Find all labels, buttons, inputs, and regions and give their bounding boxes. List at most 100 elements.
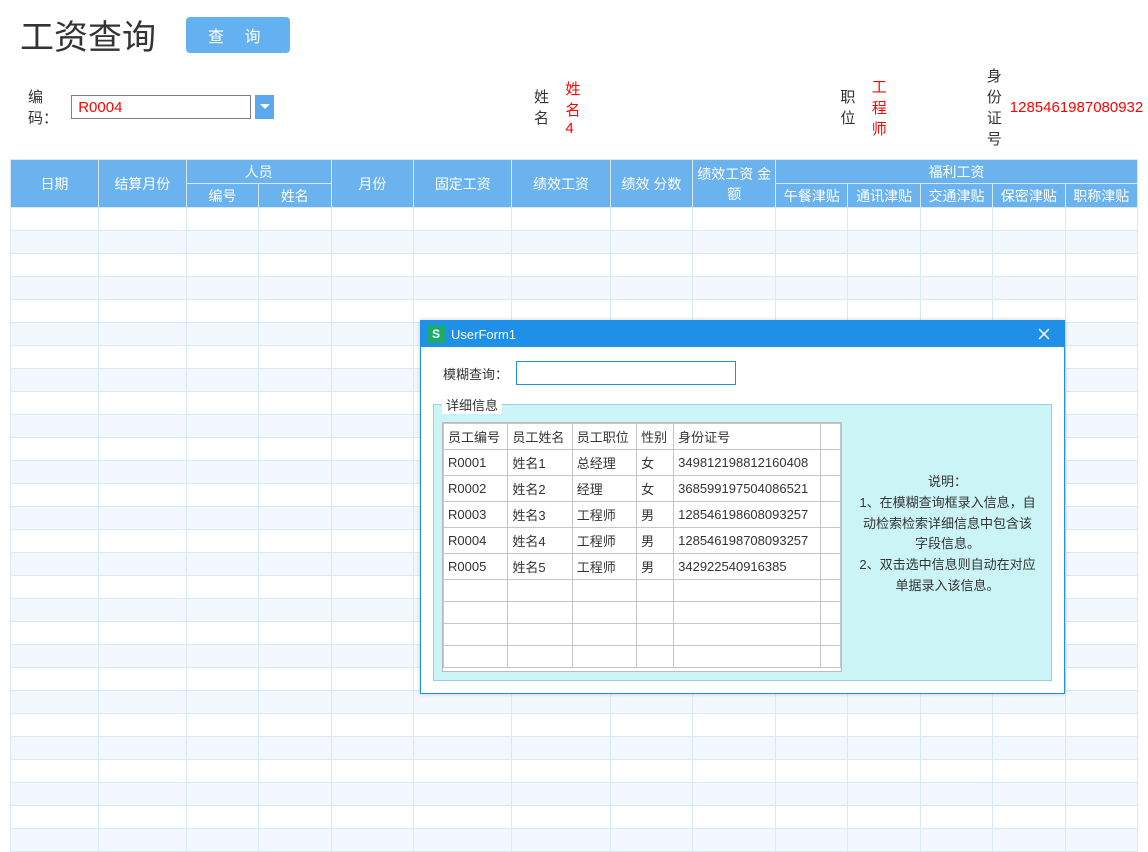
detail-cell[interactable]: 工程师	[572, 528, 636, 554]
table-cell[interactable]	[98, 323, 186, 346]
table-cell[interactable]	[11, 300, 99, 323]
table-cell[interactable]	[1065, 323, 1137, 346]
table-cell[interactable]	[259, 507, 331, 530]
table-cell[interactable]	[848, 208, 920, 231]
table-cell[interactable]	[11, 484, 99, 507]
table-cell[interactable]	[259, 323, 331, 346]
table-cell[interactable]	[1065, 346, 1137, 369]
table-cell[interactable]	[920, 829, 992, 852]
table-cell[interactable]	[11, 737, 99, 760]
table-cell[interactable]	[331, 599, 414, 622]
table-cell[interactable]	[1065, 806, 1137, 829]
detail-cell[interactable]: 总经理	[572, 450, 636, 476]
detail-cell[interactable]: 349812198812160408	[674, 450, 821, 476]
table-cell[interactable]	[186, 415, 258, 438]
table-cell[interactable]	[11, 783, 99, 806]
table-cell[interactable]	[259, 277, 331, 300]
table-cell[interactable]	[259, 438, 331, 461]
table-cell[interactable]	[1065, 507, 1137, 530]
table-cell[interactable]	[259, 760, 331, 783]
table-cell[interactable]	[848, 737, 920, 760]
table-cell[interactable]	[186, 760, 258, 783]
detail-row-empty[interactable]	[444, 602, 841, 624]
table-cell[interactable]	[776, 254, 848, 277]
table-cell[interactable]	[1065, 783, 1137, 806]
table-cell[interactable]	[11, 507, 99, 530]
table-cell[interactable]	[414, 231, 512, 254]
table-cell[interactable]	[259, 645, 331, 668]
table-cell[interactable]	[1065, 668, 1137, 691]
table-cell[interactable]	[98, 530, 186, 553]
table-cell[interactable]	[1065, 231, 1137, 254]
table-cell[interactable]	[848, 806, 920, 829]
table-cell[interactable]	[186, 323, 258, 346]
table-cell[interactable]	[693, 760, 776, 783]
table-cell[interactable]	[98, 668, 186, 691]
table-cell[interactable]	[993, 737, 1065, 760]
table-cell[interactable]	[693, 737, 776, 760]
table-cell[interactable]	[512, 829, 610, 852]
table-row[interactable]	[11, 714, 1138, 737]
table-cell[interactable]	[693, 277, 776, 300]
detail-row-empty[interactable]	[444, 624, 841, 646]
detail-cell[interactable]: R0002	[444, 476, 508, 502]
table-cell[interactable]	[848, 231, 920, 254]
table-cell[interactable]	[98, 461, 186, 484]
table-cell[interactable]	[98, 392, 186, 415]
table-cell[interactable]	[776, 806, 848, 829]
table-row[interactable]	[11, 737, 1138, 760]
table-cell[interactable]	[414, 277, 512, 300]
table-cell[interactable]	[11, 208, 99, 231]
table-cell[interactable]	[259, 530, 331, 553]
table-cell[interactable]	[512, 737, 610, 760]
table-cell[interactable]	[414, 714, 512, 737]
table-row[interactable]	[11, 231, 1138, 254]
table-cell[interactable]	[186, 530, 258, 553]
table-cell[interactable]	[331, 461, 414, 484]
table-cell[interactable]	[331, 576, 414, 599]
table-cell[interactable]	[186, 645, 258, 668]
table-cell[interactable]	[186, 691, 258, 714]
detail-cell[interactable]: 姓名5	[508, 554, 572, 580]
table-cell[interactable]	[331, 714, 414, 737]
table-cell[interactable]	[98, 806, 186, 829]
detail-cell[interactable]: 368599197504086521	[674, 476, 821, 502]
table-cell[interactable]	[414, 806, 512, 829]
table-cell[interactable]	[331, 346, 414, 369]
table-cell[interactable]	[693, 806, 776, 829]
table-cell[interactable]	[11, 829, 99, 852]
table-cell[interactable]	[98, 438, 186, 461]
table-cell[interactable]	[993, 760, 1065, 783]
table-cell[interactable]	[11, 438, 99, 461]
detail-cell[interactable]: 姓名1	[508, 450, 572, 476]
detail-row[interactable]: R0004姓名4工程师男128546198708093257	[444, 528, 841, 554]
table-cell[interactable]	[331, 507, 414, 530]
table-cell[interactable]	[259, 829, 331, 852]
table-cell[interactable]	[1065, 254, 1137, 277]
table-cell[interactable]	[776, 208, 848, 231]
table-cell[interactable]	[259, 691, 331, 714]
table-cell[interactable]	[98, 277, 186, 300]
table-cell[interactable]	[98, 691, 186, 714]
table-cell[interactable]	[98, 553, 186, 576]
table-cell[interactable]	[331, 277, 414, 300]
table-cell[interactable]	[98, 829, 186, 852]
table-cell[interactable]	[98, 415, 186, 438]
table-cell[interactable]	[259, 576, 331, 599]
table-cell[interactable]	[776, 737, 848, 760]
table-cell[interactable]	[920, 737, 992, 760]
table-cell[interactable]	[1065, 369, 1137, 392]
table-cell[interactable]	[11, 231, 99, 254]
table-cell[interactable]	[693, 254, 776, 277]
close-button[interactable]	[1024, 321, 1064, 347]
table-cell[interactable]	[98, 208, 186, 231]
table-row[interactable]	[11, 783, 1138, 806]
table-cell[interactable]	[186, 829, 258, 852]
detail-cell[interactable]: R0003	[444, 502, 508, 528]
table-cell[interactable]	[259, 461, 331, 484]
code-input[interactable]	[71, 95, 251, 119]
table-cell[interactable]	[331, 323, 414, 346]
table-cell[interactable]	[512, 783, 610, 806]
table-cell[interactable]	[848, 829, 920, 852]
table-cell[interactable]	[11, 622, 99, 645]
